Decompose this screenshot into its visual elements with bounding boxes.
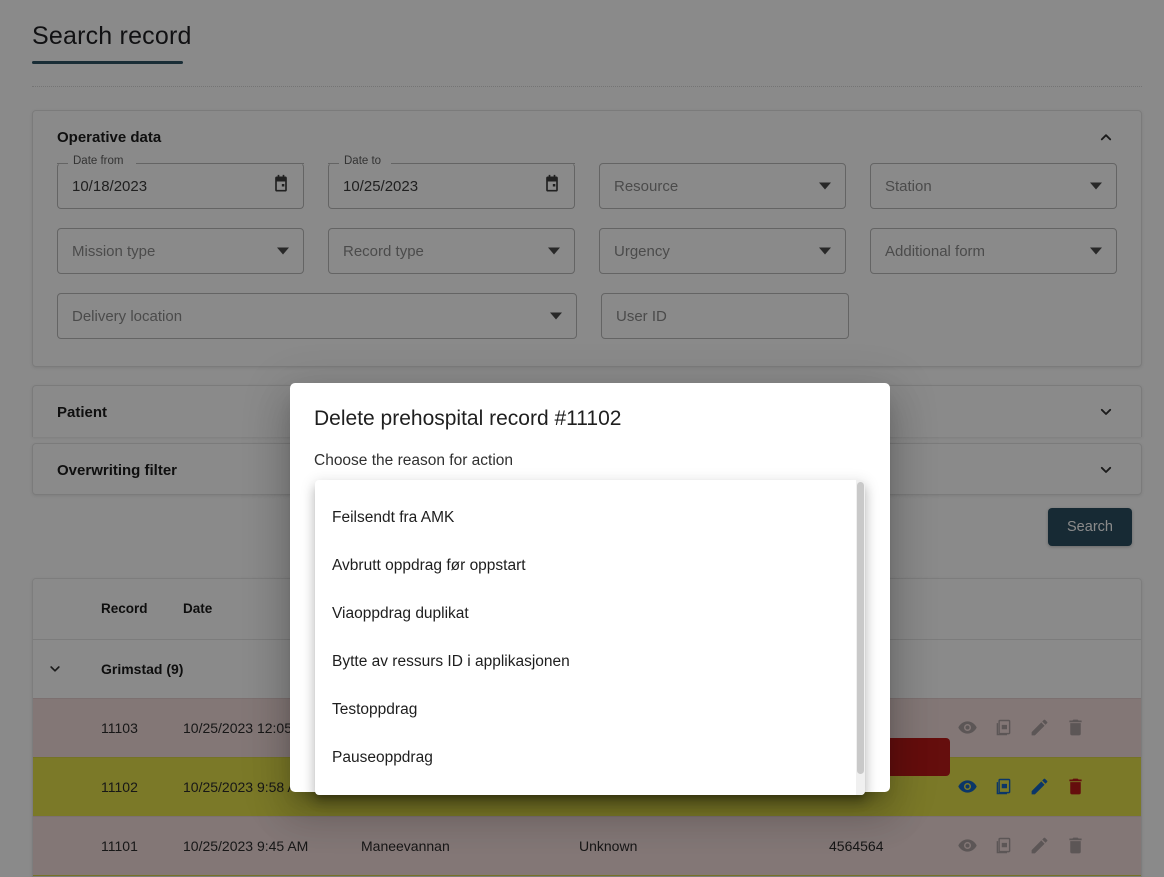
reason-option-viaoppdrag-duplikat[interactable]: Viaoppdrag duplikat (315, 590, 865, 638)
reason-option-avbrutt-oppdrag-for-oppstart[interactable]: Avbrutt oppdrag før oppstart (315, 542, 865, 590)
dialog-subtitle: Choose the reason for action (314, 452, 514, 470)
reason-options-listbox[interactable]: Feilsendt fra AMK Avbrutt oppdrag før op… (315, 480, 865, 795)
reason-option-bytte-av-ressurs-id[interactable]: Bytte av ressurs ID i applikasjonen (315, 638, 865, 686)
delete-record-dialog: Delete prehospital record #11102 Choose … (290, 383, 890, 795)
options-scrollbar[interactable] (856, 480, 865, 795)
options-scrollbar-thumb[interactable] (857, 482, 864, 774)
reason-options-list: Feilsendt fra AMK Avbrutt oppdrag før op… (315, 480, 865, 782)
reason-option-feilsendt-fra-amk[interactable]: Feilsendt fra AMK (315, 494, 865, 542)
reason-option-testoppdrag[interactable]: Testoppdrag (315, 686, 865, 734)
dialog-title: Delete prehospital record #11102 (314, 407, 622, 430)
reason-option-pauseoppdrag[interactable]: Pauseoppdrag (315, 734, 865, 782)
